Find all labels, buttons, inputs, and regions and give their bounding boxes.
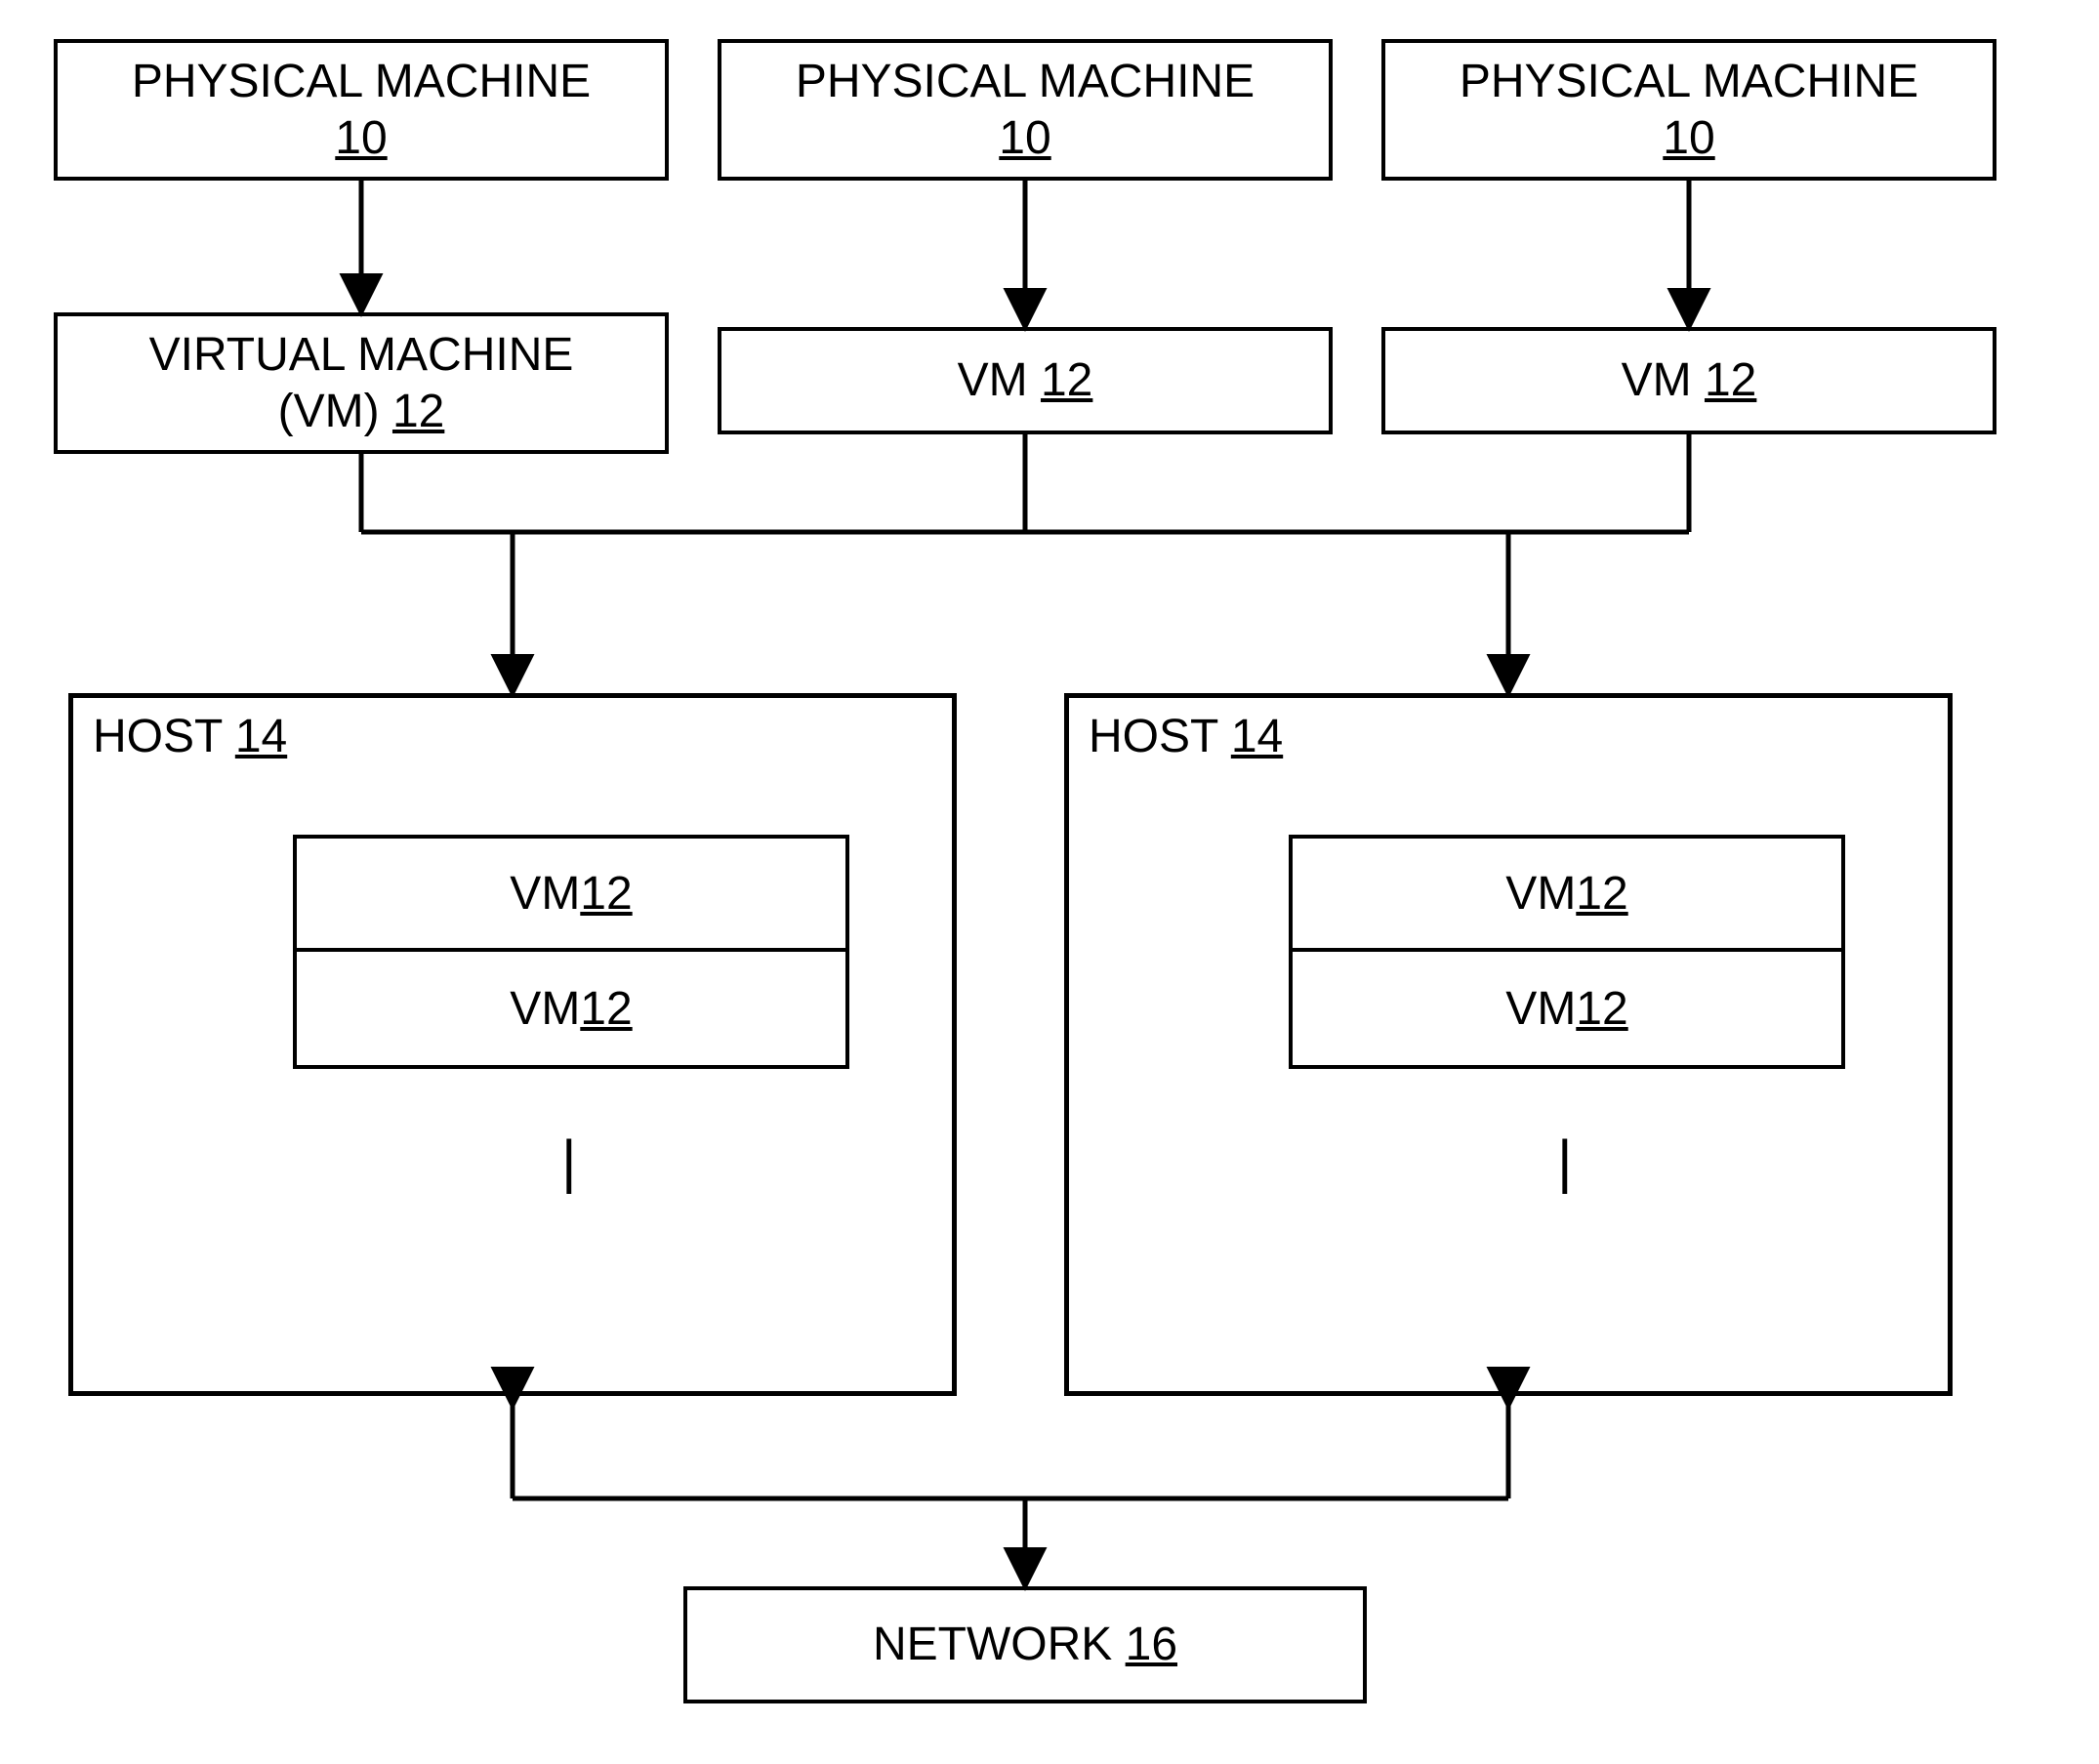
- host-1-label: HOST 14: [93, 710, 287, 763]
- physical-machine-3: PHYSICAL MACHINE 10: [1381, 39, 1996, 181]
- host-1-vm-b: VM 12: [293, 952, 849, 1069]
- host-1-ellipsis: |: [561, 1128, 577, 1195]
- host-2-vm-b: VM 12: [1289, 952, 1845, 1069]
- physical-machine-2: PHYSICAL MACHINE 10: [718, 39, 1333, 181]
- diagram-canvas: PHYSICAL MACHINE 10 PHYSICAL MACHINE 10 …: [0, 0, 2099, 1764]
- vm2-num: 12: [1041, 354, 1092, 406]
- vm2-prefix: VM: [958, 354, 1041, 406]
- vm1-line2-prefix: (VM): [278, 386, 392, 437]
- vm3-prefix: VM: [1622, 354, 1705, 406]
- physical-machine-1: PHYSICAL MACHINE 10: [54, 39, 669, 181]
- network-prefix: NETWORK: [873, 1619, 1126, 1670]
- pm2-label: PHYSICAL MACHINE: [796, 56, 1255, 107]
- host-1: HOST 14 VM 12 VM 12 |: [68, 693, 957, 1396]
- network-num: 16: [1126, 1619, 1177, 1670]
- host-2: HOST 14 VM 12 VM 12 |: [1064, 693, 1953, 1396]
- vm1-line1: VIRTUAL MACHINE: [149, 329, 574, 381]
- virtual-machine-3: VM 12: [1381, 327, 1996, 434]
- pm3-label: PHYSICAL MACHINE: [1460, 56, 1918, 107]
- pm1-num: 10: [335, 112, 387, 164]
- vm3-num: 12: [1705, 354, 1756, 406]
- host-2-label: HOST 14: [1089, 710, 1283, 763]
- pm3-num: 10: [1663, 112, 1714, 164]
- virtual-machine-1: VIRTUAL MACHINE (VM) 12: [54, 312, 669, 454]
- pm2-num: 10: [999, 112, 1050, 164]
- vm1-num: 12: [392, 386, 444, 437]
- host-2-ellipsis: |: [1557, 1128, 1573, 1195]
- pm1-label: PHYSICAL MACHINE: [132, 56, 591, 107]
- host-1-vm-a: VM 12: [293, 835, 849, 952]
- host-2-vm-a: VM 12: [1289, 835, 1845, 952]
- virtual-machine-2: VM 12: [718, 327, 1333, 434]
- network-box: NETWORK 16: [683, 1586, 1367, 1703]
